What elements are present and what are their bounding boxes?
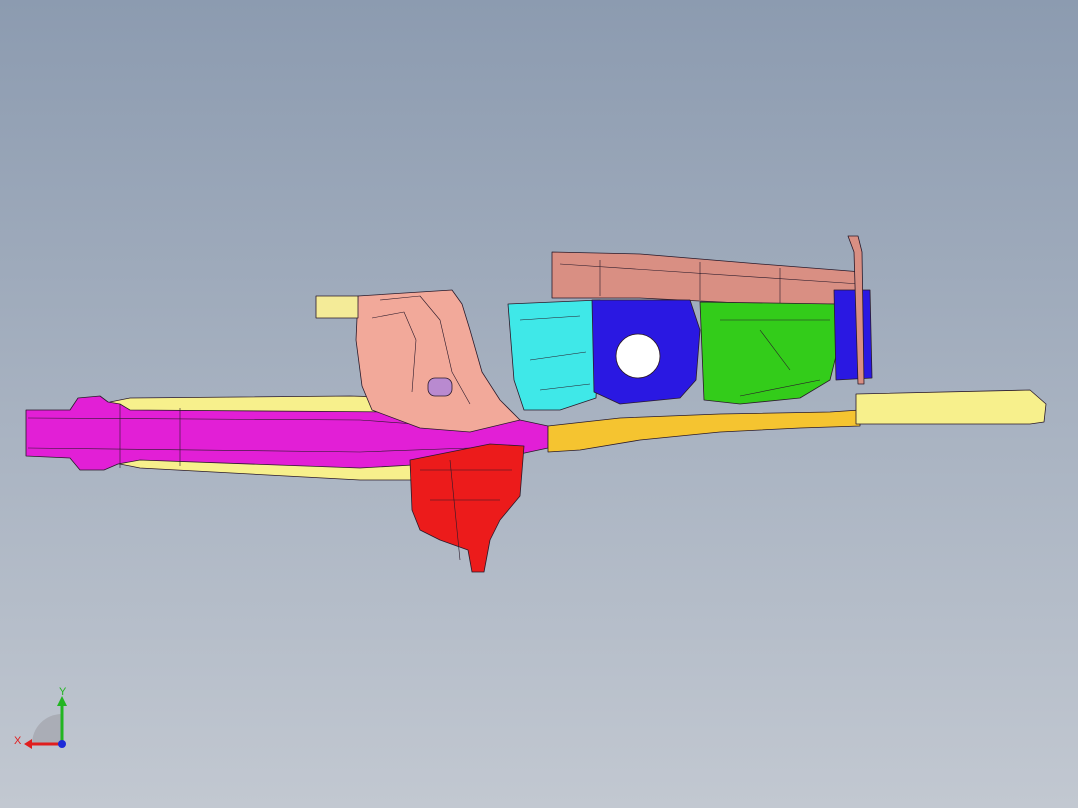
triad-plane-quadrant bbox=[32, 714, 62, 744]
side-panel-cyan[interactable] bbox=[507, 299, 601, 411]
spring-mount-hole bbox=[615, 333, 661, 379]
axis-triad: Y X bbox=[10, 686, 80, 756]
x-axis-arrow bbox=[24, 739, 32, 749]
bracket-slot bbox=[427, 377, 453, 397]
end-rail-yellow[interactable] bbox=[855, 389, 1047, 425]
rear-bracket-blue[interactable] bbox=[833, 289, 873, 381]
model-canvas[interactable] bbox=[0, 0, 1078, 808]
z-axis-dot bbox=[58, 740, 66, 748]
axis-triad-graphic: Y X bbox=[14, 686, 67, 749]
y-axis-label: Y bbox=[59, 686, 67, 698]
cad-viewport[interactable]: Y X bbox=[0, 0, 1078, 808]
bracket-tab-cream[interactable] bbox=[315, 295, 359, 319]
x-axis-label: X bbox=[14, 735, 22, 747]
